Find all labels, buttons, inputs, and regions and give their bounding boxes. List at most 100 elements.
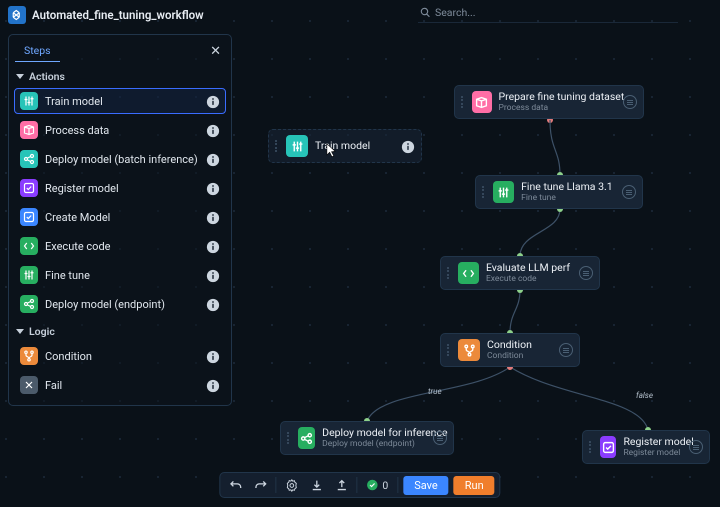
step-item[interactable]: Deploy model (endpoint) (14, 291, 226, 317)
ghost-node[interactable]: Train model (268, 129, 422, 163)
ghost-label: Train model (315, 140, 370, 152)
step-item-label: Condition (45, 350, 199, 363)
search-placeholder: Search... (435, 6, 476, 19)
node-subtitle: Register model (623, 448, 676, 458)
step-item-label: Deploy model (endpoint) (45, 298, 199, 311)
issue-count[interactable]: 0 (362, 479, 392, 492)
step-item-label: Deploy model (batch inference) (45, 153, 199, 166)
node-subtitle: Fine tune (521, 193, 609, 203)
group-label: Logic (29, 325, 55, 338)
box-icon (472, 91, 492, 113)
node-title: Register model (623, 436, 676, 448)
node-menu-icon[interactable] (553, 343, 573, 357)
step-item[interactable]: Deploy model (batch inference) (14, 146, 226, 172)
info-icon[interactable] (206, 297, 220, 311)
export-icon[interactable] (331, 475, 351, 495)
node-register[interactable]: Register model Register model (582, 430, 710, 464)
share-icon (20, 295, 38, 313)
steps-panel: Steps ✕ Actions Train model Process data… (8, 34, 232, 406)
step-item[interactable]: Create Model (14, 204, 226, 230)
step-item-label: Execute code (45, 240, 199, 253)
fork-icon (458, 339, 480, 361)
redo-icon[interactable] (250, 475, 270, 495)
step-item[interactable]: Condition (14, 343, 226, 369)
drag-handle-icon[interactable] (445, 344, 451, 357)
group-header-logic[interactable]: Logic (16, 325, 226, 338)
check-icon (600, 436, 616, 458)
node-deploy[interactable]: Deploy model for inference Deploy model … (280, 421, 454, 455)
node-prepare[interactable]: Prepare fine tuning dataset Process data (454, 85, 644, 119)
search-underline (418, 22, 678, 23)
info-icon[interactable] (206, 239, 220, 253)
app-icon (8, 6, 26, 24)
node-eval[interactable]: Evaluate LLM perf Execute code (440, 256, 600, 290)
node-finetune[interactable]: Fine tune Llama 3.1 Fine tune (475, 175, 643, 209)
step-item-label: Fine tune (45, 269, 199, 282)
share-icon (298, 427, 315, 449)
undo-icon[interactable] (225, 475, 245, 495)
node-title: Deploy model for inference (322, 427, 420, 439)
step-item-label: Process data (45, 124, 199, 137)
step-item[interactable]: Process data (14, 117, 226, 143)
chevron-down-icon (16, 329, 24, 334)
download-icon[interactable] (306, 475, 326, 495)
step-item[interactable]: Train model (14, 88, 226, 114)
step-item[interactable]: Execute code (14, 233, 226, 259)
node-title: Condition (487, 339, 532, 351)
drag-handle-icon[interactable] (459, 96, 465, 109)
group-logic: Logic Condition Fail (14, 325, 226, 398)
share-icon (20, 150, 38, 168)
settings-icon[interactable] (281, 475, 301, 495)
check-icon (20, 179, 38, 197)
sliders-icon (20, 266, 38, 284)
info-icon[interactable] (206, 268, 220, 282)
info-icon[interactable] (206, 123, 220, 137)
search-icon (420, 7, 431, 18)
info-icon[interactable] (206, 94, 220, 108)
node-cond[interactable]: Condition Condition (440, 333, 580, 367)
node-menu-icon[interactable] (617, 95, 637, 109)
node-title: Fine tune Llama 3.1 (521, 181, 609, 193)
info-icon[interactable] (206, 181, 220, 195)
sliders-icon (493, 181, 514, 203)
run-button[interactable]: Run (454, 476, 495, 495)
node-menu-icon[interactable] (616, 185, 636, 199)
node-menu-icon[interactable] (427, 431, 447, 445)
step-item[interactable]: Fine tune (14, 262, 226, 288)
fork-icon (20, 347, 38, 365)
node-subtitle: Execute code (486, 274, 566, 284)
info-icon[interactable] (206, 349, 220, 363)
info-icon[interactable] (206, 378, 220, 392)
sliders-icon (20, 92, 38, 110)
drag-handle-icon[interactable] (587, 441, 593, 454)
step-item[interactable]: Fail (14, 372, 226, 398)
group-actions: Actions Train model Process data Deploy … (14, 70, 226, 317)
box-icon (20, 121, 38, 139)
node-subtitle: Deploy model (endpoint) (322, 439, 420, 449)
node-menu-icon[interactable] (683, 440, 703, 454)
workflow-title: Automated_fine_tuning_workflow (32, 8, 204, 22)
group-header-actions[interactable]: Actions (16, 70, 226, 83)
drag-handle-icon[interactable] (285, 432, 291, 445)
drag-handle-icon[interactable] (480, 186, 486, 199)
node-menu-icon[interactable] (573, 266, 593, 280)
header-bar: Automated_fine_tuning_workflow Search... (0, 0, 720, 30)
code-icon (458, 262, 479, 284)
x-icon (20, 376, 38, 394)
step-item-label: Train model (45, 95, 199, 108)
save-button[interactable]: Save (403, 476, 449, 495)
step-item[interactable]: Register model (14, 175, 226, 201)
group-label: Actions (29, 70, 65, 83)
info-icon[interactable] (206, 152, 220, 166)
step-item-label: Register model (45, 182, 199, 195)
search-input[interactable]: Search... (420, 6, 476, 19)
info-icon[interactable] (206, 210, 220, 224)
tab-steps[interactable]: Steps (15, 40, 60, 62)
close-icon[interactable]: ✕ (206, 44, 225, 59)
code-icon (20, 237, 38, 255)
node-subtitle: Process data (499, 103, 611, 113)
step-item-label: Create Model (45, 211, 199, 224)
check-icon (20, 208, 38, 226)
drag-handle-icon[interactable] (445, 267, 451, 280)
node-subtitle: Condition (487, 351, 532, 361)
